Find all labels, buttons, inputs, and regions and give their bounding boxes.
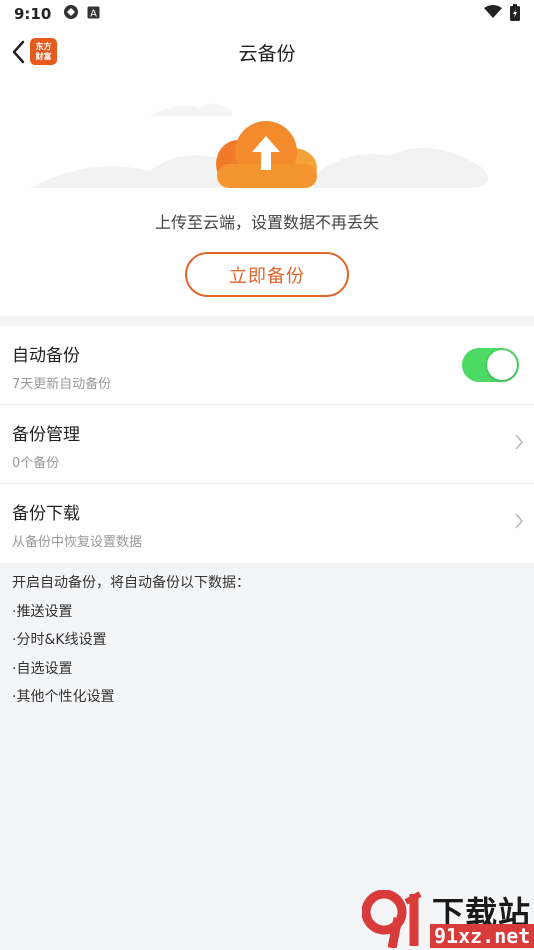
notes-item: ·分时&K线设置: [12, 632, 107, 648]
status-time: 9:10: [14, 5, 52, 23]
notes-item: ·其他个性化设置: [12, 689, 115, 705]
page-title: 云备份: [238, 42, 296, 65]
app-logo-text-top: 东方: [35, 41, 52, 51]
upload-cloud-icon: [216, 121, 317, 188]
auto-backup-title: 自动备份: [12, 346, 80, 366]
list-item-backup-management[interactable]: 备份管理 0个备份: [0, 405, 534, 484]
top-nav-bar: 东方 财富 云备份: [0, 28, 534, 76]
list-item-backup-download[interactable]: 备份下载 从备份中恢复设置数据: [0, 484, 534, 563]
a-icon: A: [87, 5, 100, 23]
hero-section: 上传至云端，设置数据不再丢失 立即备份: [0, 76, 534, 316]
backup-management-title: 备份管理: [12, 425, 80, 445]
app-logo-text-bottom: 财富: [35, 51, 52, 61]
notes-item: ·推送设置: [12, 603, 73, 620]
status-bar: 9:10 A: [0, 0, 534, 28]
back-arrow-icon[interactable]: [8, 38, 28, 66]
toggle-knob: [487, 350, 517, 380]
svg-text:A: A: [90, 9, 97, 20]
backup-notes: 开启自动备份，将自动备份以下数据： ·推送设置 ·分时&K线设置 ·自选设置 ·…: [12, 573, 522, 716]
backup-download-title: 备份下载: [12, 504, 80, 524]
watermark-text-bottom: 91xz.net: [430, 924, 534, 948]
watermark-logo-icon: [362, 890, 422, 948]
chevron-right-icon: [514, 512, 524, 534]
battery-icon: [510, 3, 520, 25]
chevron-right-icon: [514, 433, 524, 455]
auto-backup-subtitle: 7天更新自动备份: [12, 377, 112, 392]
app-logo[interactable]: 东方 财富: [30, 38, 57, 65]
wifi-icon: [484, 5, 502, 23]
backup-settings-list: 自动备份 7天更新自动备份 备份管理 0个备份 备份下载 从备份中恢复设置数据: [0, 326, 534, 563]
backup-download-subtitle: 从备份中恢复设置数据: [12, 535, 143, 550]
backup-now-button[interactable]: 立即备份: [185, 252, 349, 297]
watermark: 下载站 91xz.net: [362, 888, 534, 950]
hero-tagline: 上传至云端，设置数据不再丢失: [154, 213, 379, 232]
sync-icon: [63, 4, 79, 24]
notes-intro: 开启自动备份，将自动备份以下数据：: [12, 575, 250, 591]
list-item-auto-backup: 自动备份 7天更新自动备份: [0, 326, 534, 405]
backup-management-subtitle: 0个备份: [12, 456, 60, 471]
auto-backup-toggle[interactable]: [462, 348, 519, 382]
notes-item: ·自选设置: [12, 660, 73, 677]
